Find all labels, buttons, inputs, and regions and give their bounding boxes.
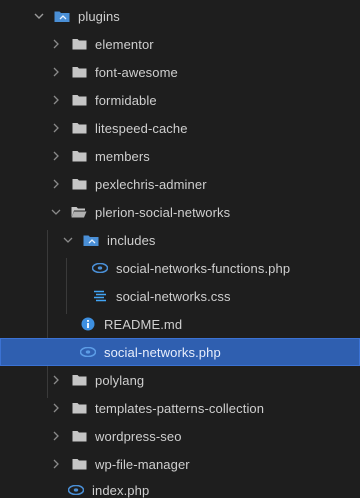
tree-item-label: README.md	[104, 316, 183, 332]
tree-item-folder[interactable]: font-awesome	[0, 58, 360, 86]
tree-item-folder[interactable]: formidable	[0, 86, 360, 114]
info-file-icon	[80, 317, 96, 331]
chevron-right-icon[interactable]	[51, 178, 61, 190]
folder-icon	[71, 457, 87, 471]
tree-item-folder[interactable]: members	[0, 142, 360, 170]
folder-open-icon	[83, 233, 99, 247]
chevron-right-icon[interactable]	[51, 150, 61, 162]
tree-item-label: wp-file-manager	[95, 456, 190, 472]
tree-item-file[interactable]: social-networks.css	[0, 282, 360, 310]
tree-item-file[interactable]: README.md	[0, 310, 360, 338]
php-file-icon	[68, 483, 84, 497]
chevron-down-icon[interactable]	[51, 206, 61, 218]
tree-item-folder-expanded[interactable]: plerion-social-networks	[0, 198, 360, 226]
tree-item-label: font-awesome	[95, 64, 178, 80]
tree-item-label: plugins	[78, 8, 120, 24]
tree-item-folder[interactable]: polylang	[0, 366, 360, 394]
tree-item-folder[interactable]: elementor	[0, 30, 360, 58]
tree-item-folder[interactable]: templates-patterns-collection	[0, 394, 360, 422]
folder-icon	[71, 65, 87, 79]
folder-open-icon	[71, 205, 87, 219]
css-file-icon	[92, 289, 108, 303]
tree-item-folder[interactable]: wp-file-manager	[0, 450, 360, 478]
chevron-down-icon[interactable]	[34, 10, 44, 22]
tree-item-label: templates-patterns-collection	[95, 400, 265, 416]
tree-item-label: polylang	[95, 372, 145, 388]
tree-item-file[interactable]: social-networks-functions.php	[0, 254, 360, 282]
chevron-right-icon[interactable]	[51, 374, 61, 386]
tree-item-file-selected[interactable]: social-networks.php	[0, 338, 360, 366]
folder-icon	[71, 429, 87, 443]
chevron-right-icon[interactable]	[51, 66, 61, 78]
chevron-right-icon[interactable]	[51, 402, 61, 414]
chevron-right-icon[interactable]	[51, 38, 61, 50]
tree-item-label: elementor	[95, 36, 154, 52]
chevron-right-icon[interactable]	[51, 458, 61, 470]
tree-item-label: includes	[107, 232, 156, 248]
tree-item-folder[interactable]: wordpress-seo	[0, 422, 360, 450]
chevron-right-icon[interactable]	[51, 430, 61, 442]
file-explorer-tree: plugins elementor font-awesome formidabl…	[0, 0, 360, 498]
php-file-icon	[92, 261, 108, 275]
folder-icon	[71, 37, 87, 51]
tree-item-folder[interactable]: litespeed-cache	[0, 114, 360, 142]
tree-item-label: pexlechris-adminer	[95, 176, 207, 192]
tree-item-label: index.php	[92, 482, 150, 498]
tree-item-folder-expanded[interactable]: includes	[0, 226, 360, 254]
tree-item-label: formidable	[95, 92, 157, 108]
tree-item-file[interactable]: index.php	[0, 476, 360, 498]
folder-icon	[71, 177, 87, 191]
folder-icon	[71, 373, 87, 387]
tree-item-label: social-networks.php	[104, 344, 221, 360]
folder-icon	[71, 149, 87, 163]
folder-icon	[71, 121, 87, 135]
tree-item-label: social-networks-functions.php	[116, 260, 291, 276]
folder-icon	[71, 401, 87, 415]
tree-item-label: members	[95, 148, 150, 164]
chevron-right-icon[interactable]	[51, 94, 61, 106]
tree-item-label: litespeed-cache	[95, 120, 188, 136]
tree-item-label: social-networks.css	[116, 288, 231, 304]
tree-item-label: wordpress-seo	[95, 428, 182, 444]
tree-item-label: plerion-social-networks	[95, 204, 231, 220]
folder-open-icon	[54, 9, 70, 23]
tree-item-folder[interactable]: pexlechris-adminer	[0, 170, 360, 198]
chevron-right-icon[interactable]	[51, 122, 61, 134]
chevron-down-icon[interactable]	[63, 234, 73, 246]
folder-icon	[71, 93, 87, 107]
tree-item-plugins[interactable]: plugins	[0, 2, 360, 30]
php-file-icon	[80, 345, 96, 359]
